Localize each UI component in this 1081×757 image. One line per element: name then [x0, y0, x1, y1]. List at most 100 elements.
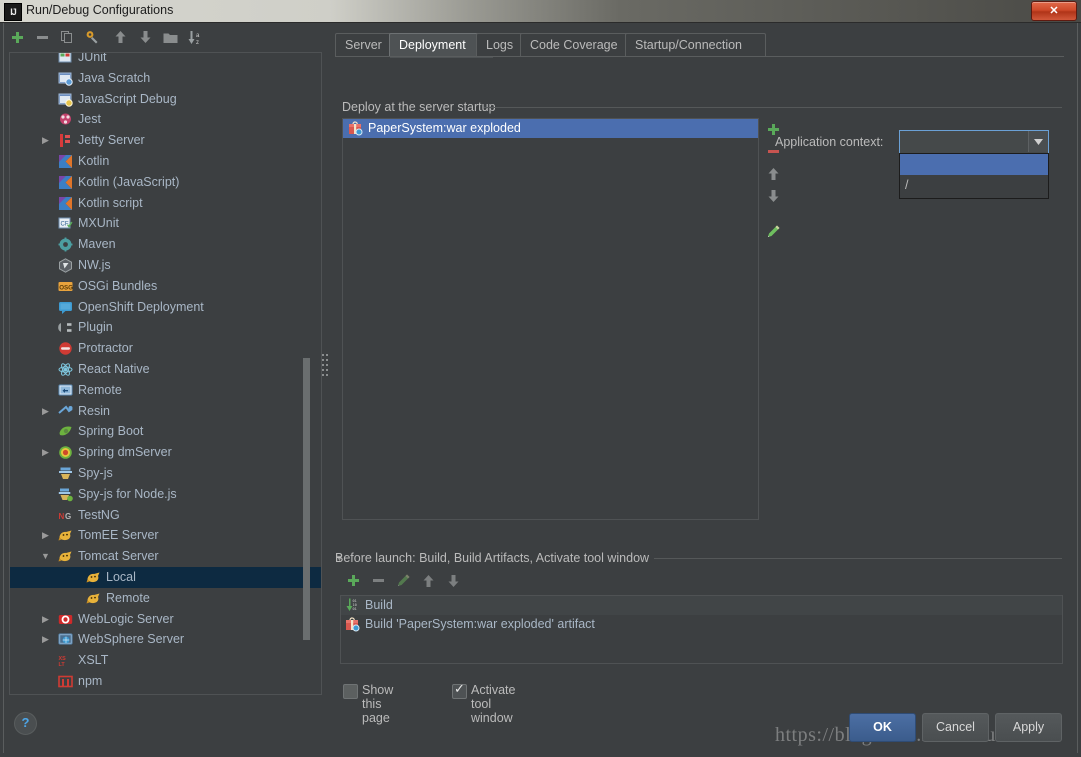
sidebar-item-plugin[interactable]: Plugin	[10, 317, 321, 338]
sidebar-item-npm[interactable]: npm	[10, 671, 321, 692]
before-launch-task-row[interactable]: Build 'PaperSystem:war exploded' artifac…	[341, 615, 1062, 634]
sidebar-item-kotlin[interactable]: Kotlin	[10, 151, 321, 172]
configuration-editor-panel: Server Deployment Logs Code Coverage Startup…	[332, 30, 1067, 725]
maven-icon	[58, 237, 73, 252]
sidebar-item-openshift-deployment[interactable]: OpenShift Deployment	[10, 297, 321, 318]
mxunit-icon: CF	[58, 216, 73, 231]
cancel-button[interactable]: Cancel	[922, 713, 989, 742]
sidebar-item-spring-boot[interactable]: Spring Boot	[10, 421, 321, 442]
sidebar-item-weblogic-server[interactable]: ▶ WebLogic Server	[10, 609, 321, 630]
chevron-down-icon[interactable]: ▼	[40, 546, 51, 567]
move-task-down-button[interactable]	[442, 571, 464, 593]
tree-scrollbar[interactable]	[303, 358, 310, 640]
sidebar-item-tomee-server[interactable]: ▶ TomEE Server	[10, 525, 321, 546]
remove-task-button[interactable]	[367, 571, 389, 593]
sidebar-item-spy-js-for-node-js[interactable]: Spy-js for Node.js	[10, 484, 321, 505]
move-artifact-down-button[interactable]	[762, 186, 784, 208]
application-context-option[interactable]	[900, 154, 1048, 175]
sidebar-item-label: Maven	[78, 237, 116, 252]
help-button[interactable]: ?	[14, 712, 37, 735]
sidebar-item-junit[interactable]: JUnit	[10, 53, 321, 68]
move-down-button[interactable]	[134, 26, 156, 48]
close-button[interactable]: ✕	[1031, 1, 1077, 21]
checkbox-show-this-page[interactable]	[343, 684, 358, 699]
sidebar-item-remote[interactable]: Remote	[10, 380, 321, 401]
junit-icon	[58, 53, 73, 65]
sidebar-item-java-scratch[interactable]: Java Scratch	[10, 68, 321, 89]
create-folder-button[interactable]	[159, 26, 181, 48]
move-task-up-button[interactable]	[417, 571, 439, 593]
add-task-button[interactable]	[342, 571, 364, 593]
sidebar-item-label: NW.js	[78, 257, 111, 272]
sidebar-item-tomcat-server[interactable]: ▼ Tomcat Server	[10, 546, 321, 567]
edit-task-button[interactable]	[392, 571, 414, 593]
chevron-right-icon[interactable]: ▶	[40, 609, 51, 630]
tab-startup-connection[interactable]: Startup/Connection	[625, 33, 766, 57]
add-configuration-button[interactable]	[6, 26, 28, 48]
kotlin-icon	[58, 196, 73, 211]
tomcat-icon	[86, 591, 101, 606]
sidebar-item-javascript-debug[interactable]: JavaScript Debug	[10, 89, 321, 110]
sidebar-item-remote[interactable]: Remote	[10, 588, 321, 609]
sidebar-item-resin[interactable]: ▶ Resin	[10, 401, 321, 422]
application-context-combo[interactable]	[899, 130, 1049, 155]
edit-defaults-button[interactable]	[81, 26, 103, 48]
sidebar-item-react-native[interactable]: React Native	[10, 359, 321, 380]
sidebar-item-kotlin-script[interactable]: Kotlin script	[10, 193, 321, 214]
deployment-artifact-row[interactable]: PaperSystem:war exploded	[343, 119, 758, 138]
remove-configuration-button[interactable]	[31, 26, 53, 48]
sidebar-item-protractor[interactable]: Protractor	[10, 338, 321, 359]
application-context-option[interactable]: /	[900, 175, 1048, 196]
panel-splitter[interactable]	[321, 352, 329, 380]
copy-configuration-button[interactable]	[56, 26, 78, 48]
sort-configurations-button[interactable]: az	[184, 26, 206, 48]
jest-icon	[58, 112, 73, 127]
websphere-icon	[58, 632, 73, 647]
sidebar-item-local[interactable]: Local	[10, 566, 321, 588]
tree-body: JUnit Java Scratch JavaScript Debug Jest ▶ Je…	[10, 53, 321, 692]
move-artifact-up-button[interactable]	[762, 164, 784, 186]
chevron-right-icon[interactable]: ▶	[40, 442, 51, 463]
chevron-right-icon[interactable]: ▶	[40, 130, 51, 151]
before-launch-task-row[interactable]: 01 10 01 Build	[341, 596, 1062, 615]
chevron-right-icon[interactable]: ▶	[40, 629, 51, 650]
before-launch-tasks-list[interactable]: 01 10 01 Build Build 'PaperSystem:war explod…	[340, 595, 1063, 664]
sidebar-item-label: npm	[78, 673, 103, 688]
move-up-button[interactable]	[109, 26, 131, 48]
javascript-debug-icon	[58, 92, 73, 107]
sidebar-item-nw-js[interactable]: NW.js	[10, 255, 321, 276]
spring-dmserver-icon	[58, 445, 73, 460]
sidebar-item-label: Spy-js	[78, 465, 113, 480]
protractor-icon	[58, 341, 73, 356]
xslt-icon: XS LT	[58, 653, 73, 668]
sidebar-item-xslt[interactable]: XS LT XSLT	[10, 650, 321, 671]
intellij-idea-icon: IJ	[4, 3, 22, 21]
apply-button[interactable]: Apply	[995, 713, 1062, 742]
sidebar-item-maven[interactable]: Maven	[10, 234, 321, 255]
sidebar-item-websphere-server[interactable]: ▶ WebSphere Server	[10, 629, 321, 650]
sort-az-icon: az	[188, 30, 203, 45]
sidebar-item-jest[interactable]: Jest	[10, 109, 321, 130]
chevron-down-icon[interactable]	[1028, 131, 1048, 152]
deployment-artifacts-list[interactable]: PaperSystem:war exploded	[342, 118, 759, 520]
before-launch-task-label: Build	[365, 598, 393, 612]
sidebar-item-label: Protractor	[78, 341, 133, 356]
sidebar-item-jetty-server[interactable]: ▶ Jetty Server	[10, 130, 321, 151]
checkbox-activate-tool-window[interactable]: ✓	[452, 682, 467, 699]
sidebar-item-testng[interactable]: N G TestNG	[10, 505, 321, 526]
configuration-types-tree[interactable]: JUnit Java Scratch JavaScript Debug Jest ▶ Je…	[9, 52, 322, 695]
nwjs-icon	[58, 258, 73, 273]
sidebar-item-kotlin-javascript[interactable]: Kotlin (JavaScript)	[10, 172, 321, 193]
chevron-right-icon[interactable]: ▶	[40, 401, 51, 422]
build-icon: 01 10 01	[345, 598, 359, 613]
sidebar-item-spring-dmserver[interactable]: ▶ Spring dmServer	[10, 442, 321, 463]
sidebar-item-mxunit[interactable]: CF MXUnit	[10, 213, 321, 234]
application-context-dropdown[interactable]: /	[899, 153, 1049, 199]
kotlin-icon	[58, 175, 73, 190]
svg-text:G: G	[65, 512, 71, 521]
sidebar-item-spy-js[interactable]: Spy-js	[10, 463, 321, 484]
ok-button[interactable]: OK	[849, 713, 916, 742]
chevron-right-icon[interactable]: ▶	[40, 525, 51, 546]
edit-artifact-button[interactable]	[762, 222, 784, 244]
sidebar-item-osgi-bundles[interactable]: OSGi OSGi Bundles	[10, 276, 321, 297]
